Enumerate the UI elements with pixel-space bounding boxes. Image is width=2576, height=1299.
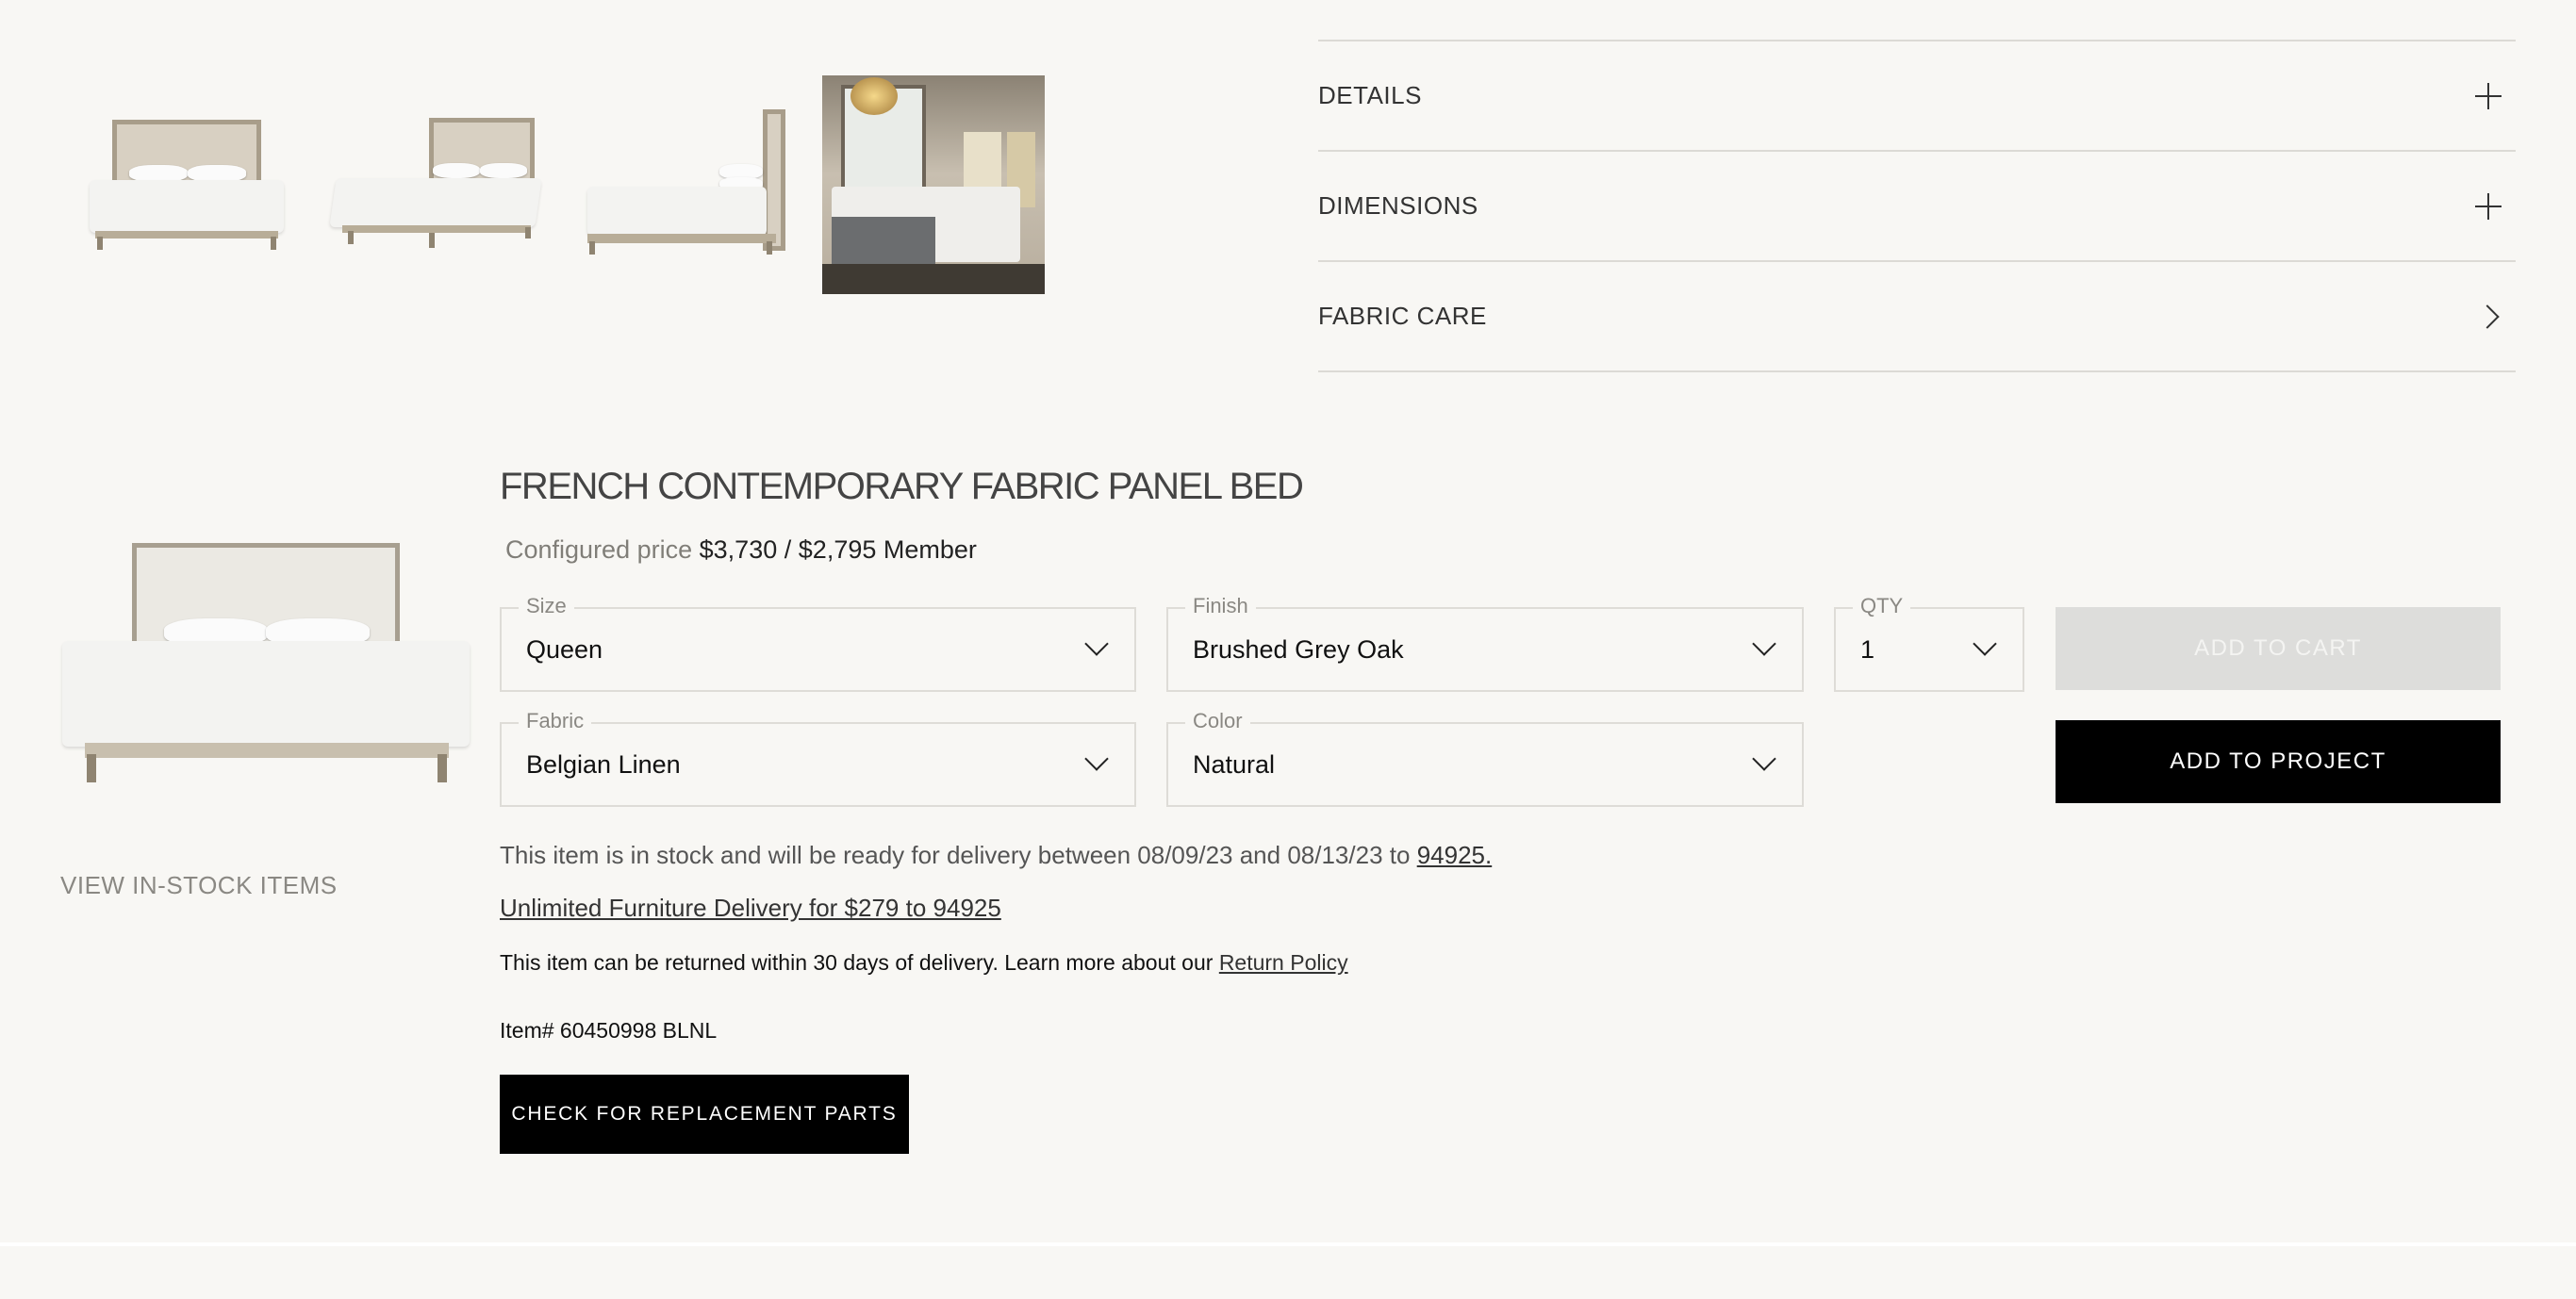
bed-angle-image bbox=[329, 114, 542, 255]
fabric-select[interactable]: Fabric Belgian Linen bbox=[500, 709, 1136, 807]
section-divider bbox=[0, 1242, 2576, 1246]
thumbnail-room[interactable] bbox=[822, 75, 1045, 294]
finish-select[interactable]: Finish Brushed Grey Oak bbox=[1166, 594, 1804, 692]
color-select[interactable]: Color Natural bbox=[1166, 709, 1804, 807]
replacement-parts-button[interactable]: CHECK FOR REPLACEMENT PARTS bbox=[500, 1075, 909, 1154]
product-main-image bbox=[57, 528, 471, 801]
add-to-project-button[interactable]: ADD TO PROJECT bbox=[2056, 720, 2501, 803]
fabric-value: Belgian Linen bbox=[526, 750, 681, 779]
return-message: This item can be returned within 30 days… bbox=[500, 950, 1348, 976]
chevron-down-icon bbox=[1083, 750, 1108, 775]
add-to-cart-button[interactable]: ADD TO CART bbox=[2056, 607, 2501, 690]
accordion-fabric-care[interactable]: FABRIC CARE bbox=[1318, 262, 2516, 372]
configured-price: Configured price $3,730 / $2,795 Member bbox=[505, 535, 977, 565]
bed-front-image bbox=[82, 114, 291, 255]
size-value: Queen bbox=[526, 635, 603, 664]
product-accordion: DETAILS DIMENSIONS FABRIC CARE bbox=[1318, 40, 2516, 372]
thumbnail-angle[interactable] bbox=[324, 75, 547, 294]
qty-value: 1 bbox=[1860, 635, 1875, 664]
chevron-down-icon bbox=[1083, 635, 1108, 660]
stock-message: This item is in stock and will be ready … bbox=[500, 841, 1492, 870]
color-label: Color bbox=[1185, 709, 1250, 733]
accordion-dimensions[interactable]: DIMENSIONS bbox=[1318, 152, 2516, 262]
bed-image bbox=[57, 528, 471, 801]
item-number: Item# 60450998 BLNL bbox=[500, 1018, 718, 1043]
accordion-details-label: DETAILS bbox=[1318, 81, 1422, 109]
qty-label: QTY bbox=[1853, 594, 1911, 618]
view-instock-link[interactable]: VIEW IN-STOCK ITEMS bbox=[60, 871, 338, 900]
color-value: Natural bbox=[1193, 750, 1276, 779]
room-scene-image bbox=[822, 75, 1045, 294]
chevron-down-icon bbox=[1972, 635, 1996, 660]
price-regular: $3,730 bbox=[699, 535, 778, 564]
return-text: This item can be returned within 30 days… bbox=[500, 950, 1214, 975]
zip-code-link[interactable]: 94925. bbox=[1417, 841, 1493, 869]
stock-text: This item is in stock and will be ready … bbox=[500, 841, 1411, 869]
finish-value: Brushed Grey Oak bbox=[1193, 635, 1404, 664]
accordion-fabric-care-label: FABRIC CARE bbox=[1318, 302, 1487, 330]
finish-label: Finish bbox=[1185, 594, 1256, 618]
plus-icon bbox=[2474, 82, 2502, 110]
chevron-down-icon bbox=[1751, 750, 1775, 775]
qty-select[interactable]: QTY 1 bbox=[1834, 594, 2024, 692]
size-label: Size bbox=[519, 594, 574, 618]
thumbnail-gallery bbox=[75, 75, 1045, 294]
thumbnail-side[interactable] bbox=[573, 75, 796, 294]
fabric-label: Fabric bbox=[519, 709, 592, 733]
bed-side-image bbox=[578, 109, 791, 260]
thumbnail-front[interactable] bbox=[75, 75, 298, 294]
accordion-dimensions-label: DIMENSIONS bbox=[1318, 191, 1478, 220]
return-policy-link[interactable]: Return Policy bbox=[1219, 950, 1348, 975]
price-separator: / bbox=[784, 535, 792, 564]
accordion-details[interactable]: DETAILS bbox=[1318, 41, 2516, 152]
price-label: Configured price bbox=[505, 535, 693, 564]
product-title: FRENCH CONTEMPORARY FABRIC PANEL BED bbox=[500, 466, 1304, 507]
plus-icon bbox=[2474, 192, 2502, 221]
price-member: $2,795 Member bbox=[798, 535, 977, 564]
size-select[interactable]: Size Queen bbox=[500, 594, 1136, 692]
unlimited-delivery-link[interactable]: Unlimited Furniture Delivery for $279 to… bbox=[500, 894, 1001, 923]
chevron-down-icon bbox=[1751, 635, 1775, 660]
chevron-right-icon bbox=[2474, 303, 2502, 331]
